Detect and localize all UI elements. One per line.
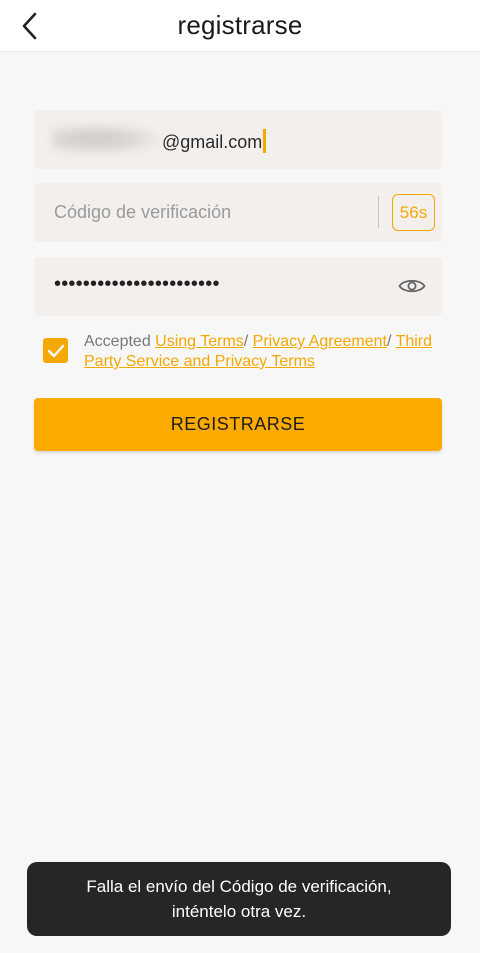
terms-separator: / (386, 333, 396, 350)
terms-prefix: Accepted (84, 333, 156, 350)
terms-text: Accepted Using Terms/ Privacy Agreement/… (84, 332, 454, 372)
toast-line-2: inténtelo otra vez. (171, 902, 307, 921)
terms-checkbox[interactable] (43, 338, 68, 363)
show-password-toggle[interactable] (397, 274, 427, 298)
terms-separator: / (243, 333, 253, 350)
using-terms-link[interactable]: Using Terms (155, 333, 244, 350)
checkmark-icon (47, 344, 64, 357)
resend-countdown-button[interactable]: 56s (392, 194, 435, 231)
page-title: registrarse (177, 10, 303, 40)
verification-code-field[interactable]: Código de verificación 56s (34, 183, 442, 242)
verification-code-placeholder: Código de verificación (54, 202, 232, 222)
password-value: ••••••••••••••••••••••• (54, 273, 220, 295)
field-divider (378, 196, 379, 228)
register-button[interactable]: REGISTRARSE (34, 398, 442, 451)
email-blurred-username (52, 124, 160, 154)
text-cursor (263, 129, 267, 153)
error-toast: Falla el envío del Código de verificació… (27, 862, 451, 936)
eye-icon (398, 279, 426, 293)
privacy-agreement-link[interactable]: Privacy Agreement (253, 333, 387, 350)
password-field[interactable]: ••••••••••••••••••••••• (34, 257, 442, 316)
top-bar: registrarse (0, 0, 480, 52)
toast-line-1: Falla el envío del Código de verificació… (86, 877, 392, 896)
email-field[interactable]: @gmail.com (34, 110, 442, 169)
email-value: @gmail.com (162, 129, 267, 153)
